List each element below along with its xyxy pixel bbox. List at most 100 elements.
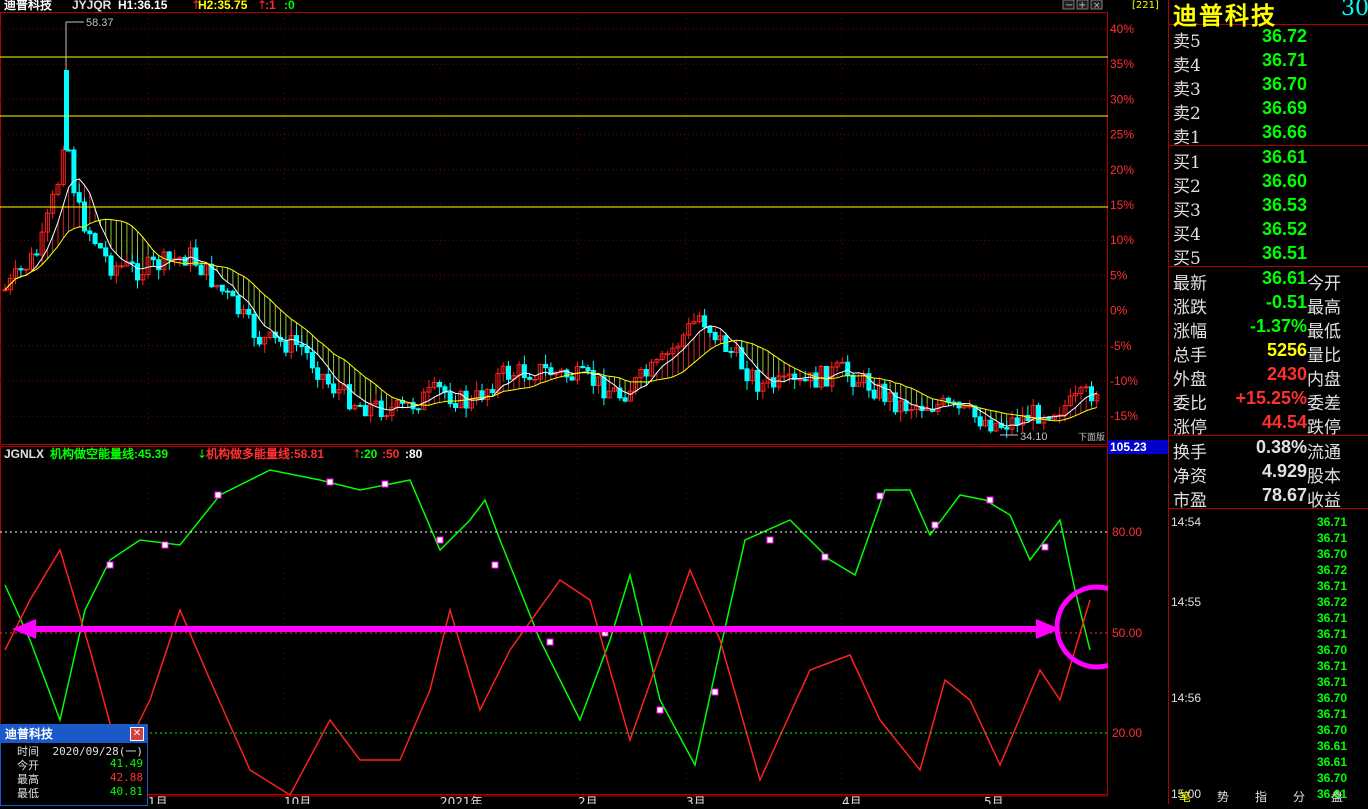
- tick-price: 36.72: [1316, 563, 1347, 577]
- candle-body: [1046, 416, 1052, 420]
- popup-value: 41.49: [109, 757, 143, 770]
- quote-tab-0[interactable]: 笔: [1179, 788, 1191, 805]
- candle-body: [521, 364, 527, 379]
- candle-body: [135, 263, 140, 281]
- candle-body: [230, 290, 236, 297]
- sell-value: 36.70: [1261, 74, 1307, 94]
- quote-bottom-tabs: 笔势指分盘: [1169, 790, 1368, 804]
- candle-body: [453, 403, 458, 409]
- close-icon[interactable]: ✕: [130, 727, 144, 741]
- quote-tab-3[interactable]: 分: [1293, 788, 1305, 805]
- annotation-arrow: [12, 619, 1060, 639]
- candle-body: [1089, 386, 1094, 402]
- signal-marker: [326, 478, 334, 486]
- quote-tab-2[interactable]: 指: [1255, 788, 1267, 805]
- candle-body: [108, 255, 114, 276]
- candle-body: [246, 308, 252, 315]
- candle-body: [797, 378, 803, 381]
- popup-row-2: 最高 42.88: [1, 771, 147, 786]
- sell-orders: 卖5 36.72 卖4 36.71 卖3 36.70 卖2 36.69 卖1 36.66: [1169, 25, 1368, 148]
- candle-body: [506, 365, 511, 380]
- stat-value: 44.54: [1261, 412, 1307, 432]
- sell-value: 36.72: [1261, 26, 1307, 46]
- const-20: :20: [360, 447, 378, 461]
- stat-row-4: 外盘 2430 内盘: [1169, 363, 1368, 390]
- signal-marker: [711, 688, 719, 696]
- candle-body: [781, 375, 787, 378]
- signal-marker: [931, 521, 939, 529]
- x-axis-label-5: 4月: [842, 795, 862, 804]
- max-price-label: 58.37: [86, 17, 114, 29]
- buy-value: 36.51: [1261, 243, 1307, 263]
- buy-row-0: 买1 36.61: [1169, 146, 1368, 173]
- header-extra-1: :1: [265, 0, 276, 12]
- candle-body: [325, 373, 331, 385]
- candle-body: [622, 397, 628, 402]
- popup-row-0: 时间 2020/09/28(一): [1, 743, 147, 758]
- candle-body: [728, 350, 734, 353]
- stat2-value: 0.38%: [1255, 437, 1307, 457]
- stat-row-5: 委比 +15.25% 委差: [1169, 387, 1368, 414]
- candle-body: [225, 290, 231, 293]
- quote-title: 迪普科技 30: [1169, 0, 1368, 30]
- stat-label: 涨停: [1173, 418, 1207, 438]
- signal-marker: [656, 706, 664, 714]
- candle-body: [532, 378, 538, 381]
- pct-tick-1: 35%: [1110, 57, 1134, 71]
- popup-value: 40.81: [109, 785, 143, 798]
- tick-price: 36.71: [1316, 611, 1347, 625]
- sell-label: 卖1: [1173, 128, 1201, 148]
- chart-window-controls[interactable]: − + ×: [1062, 0, 1103, 11]
- candle-body: [76, 192, 82, 203]
- stat-label2: 跌停: [1307, 418, 1341, 438]
- candle-body: [771, 377, 776, 388]
- x-axis-label-1: 10月: [284, 795, 311, 804]
- lower-indicator-name: JGNLX: [4, 447, 44, 461]
- tick-price: 36.70: [1316, 691, 1347, 705]
- stock-name-header: 迪普科技: [4, 0, 53, 12]
- panel-corner-label: 下面版: [1078, 431, 1105, 443]
- candle-body: [304, 345, 310, 354]
- candle-body: [824, 365, 829, 387]
- h1-value: H1:36.15: [118, 0, 168, 12]
- tick-price: 36.71: [1316, 675, 1347, 689]
- pct-tick-10: -10%: [1110, 374, 1138, 388]
- lower-tick-20: 20.00: [1112, 726, 1142, 740]
- candle-body: [437, 381, 443, 388]
- candle-body: [569, 376, 575, 381]
- tick-list[interactable]: 14:54 36.71 36.71 36.70 36.72 36.71 14:55 36.72…: [1169, 509, 1368, 809]
- pct-tick-3: 25%: [1110, 128, 1134, 142]
- stat-row-2: 涨幅 -1.37% 最低: [1169, 315, 1368, 342]
- candle-body: [702, 315, 708, 328]
- short-energy-line: [4, 469, 1091, 768]
- pct-tick-5: 15%: [1110, 198, 1134, 212]
- quote-tab-4[interactable]: 盘: [1331, 788, 1343, 805]
- stat-value: 2430: [1266, 364, 1307, 384]
- buy-row-4: 买5 36.51: [1169, 242, 1368, 269]
- candle-body: [315, 367, 321, 380]
- stat2-row-2: 市盈 78.67 收益: [1169, 484, 1368, 511]
- stat2-label: 市盈: [1173, 491, 1207, 511]
- candle-body: [198, 264, 204, 276]
- tick-price: 36.71: [1316, 659, 1347, 673]
- pct-tick-7: 5%: [1110, 268, 1128, 282]
- quote-tab-1[interactable]: 势: [1217, 788, 1229, 805]
- tick-price: 36.70: [1316, 771, 1347, 785]
- tick-price: 36.61: [1316, 755, 1347, 769]
- candle-body: [92, 233, 98, 245]
- candle-body: [1025, 414, 1031, 421]
- candle-body: [945, 397, 951, 403]
- kline-chart-area[interactable]: 迪普科技 JYJQR H1:36.15 ↑ H2:35.75 ↑ :1 :0 −…: [0, 0, 1108, 804]
- tick-price: 36.61: [1316, 739, 1347, 753]
- long-energy-value: 机构做多能量线:58.81: [206, 446, 324, 461]
- tick-price: 36.72: [1316, 595, 1347, 609]
- tick-price: 36.71: [1316, 707, 1347, 721]
- header-extra-2: :0: [284, 0, 295, 12]
- tick-time: 14:56: [1171, 691, 1202, 705]
- svg-text:×: ×: [1093, 1, 1101, 11]
- candle-body: [903, 400, 909, 412]
- signal-marker: [546, 638, 554, 646]
- stat2-value: 78.67: [1261, 485, 1307, 505]
- stat2-value: 4.929: [1261, 461, 1307, 481]
- svg-text:+: +: [1078, 0, 1086, 11]
